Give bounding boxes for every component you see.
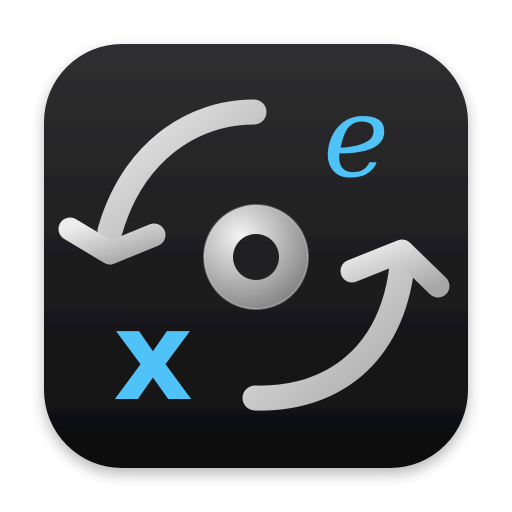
app-icon: x e <box>44 44 468 468</box>
ring-icon <box>203 204 309 310</box>
app-icon-canvas: x e <box>0 0 512 512</box>
letter-e: e <box>323 73 389 203</box>
letter-x: x <box>113 285 193 429</box>
